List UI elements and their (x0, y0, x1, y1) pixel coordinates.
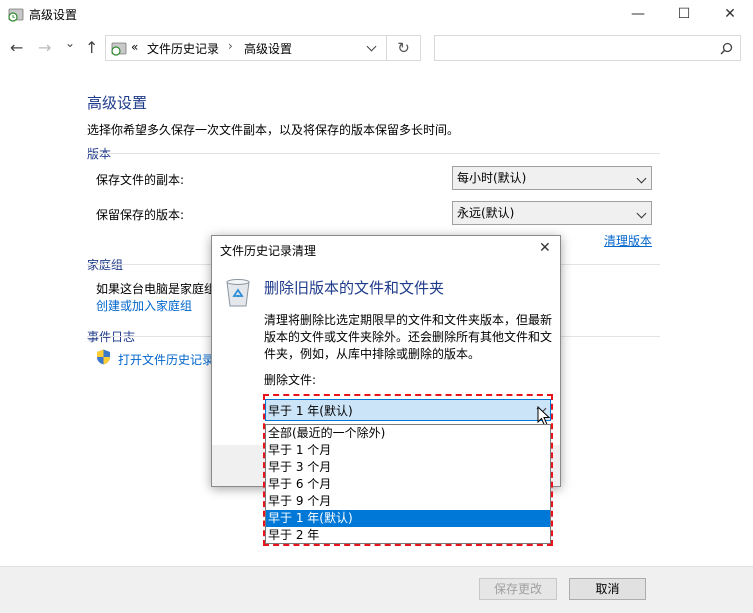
search-icon[interactable] (720, 42, 733, 55)
chevron-down-icon (636, 173, 647, 184)
refresh-icon: ↻ (397, 39, 410, 57)
dialog-heading: 删除旧版本的文件和文件夹 (264, 279, 445, 297)
breadcrumb-item-advanced-settings[interactable]: 高级设置 (244, 40, 292, 57)
delete-files-options-list: 全部(最近的一个除外) 早于 1 个月 早于 3 个月 早于 6 个月 早于 9… (265, 424, 551, 544)
save-copies-select[interactable]: 每小时(默认) (452, 166, 652, 190)
minimize-button[interactable]: — (615, 0, 661, 28)
option-older-than-9-months[interactable]: 早于 9 个月 (266, 493, 550, 510)
dialog-title: 文件历史记录清理 (220, 244, 317, 258)
keep-versions-value: 永远(默认) (457, 206, 515, 220)
breadcrumb-separator-icon[interactable]: › (228, 39, 233, 53)
forward-arrow-icon[interactable]: → (38, 38, 51, 57)
page-description: 选择你希望多久保存一次文件副本，以及将保存的版本保留多长时间。 (87, 123, 460, 137)
close-icon: ✕ (724, 6, 736, 22)
save-copies-value: 每小时(默认) (457, 171, 527, 185)
delete-files-label: 删除文件: (264, 373, 317, 387)
back-arrow-icon[interactable]: ← (10, 38, 23, 57)
option-older-than-1-month[interactable]: 早于 1 个月 (266, 442, 550, 459)
breadcrumb-item-file-history[interactable]: 文件历史记录 (147, 40, 219, 57)
close-button[interactable]: ✕ (707, 0, 753, 28)
save-changes-button[interactable]: 保存更改 (479, 578, 557, 600)
minimize-icon: — (631, 6, 645, 22)
save-copies-label: 保存文件的副本: (96, 173, 185, 187)
window-title: 高级设置 (29, 8, 78, 22)
option-older-than-6-months[interactable]: 早于 6 个月 (266, 476, 550, 493)
page-title: 高级设置 (87, 94, 148, 112)
cancel-button[interactable]: 取消 (569, 578, 646, 600)
search-box[interactable] (434, 35, 741, 61)
file-history-icon (8, 8, 24, 22)
versions-divider (87, 153, 660, 154)
shield-icon (97, 349, 110, 365)
recycle-bin-icon (226, 279, 250, 307)
recent-locations-icon[interactable]: ⌄ (65, 36, 75, 50)
chevron-down-icon (636, 208, 647, 219)
title-bar: 高级设置 — ☐ ✕ (0, 0, 753, 28)
maximize-icon: ☐ (677, 6, 691, 22)
up-arrow-icon[interactable]: ↑ (85, 38, 98, 57)
file-history-icon (111, 42, 127, 56)
delete-files-select[interactable]: 早于 1 年(默认) (265, 399, 551, 421)
keep-versions-select[interactable]: 永远(默认) (452, 201, 652, 225)
dialog-text-line-3: 件夹，例如，从库中排除或删除的版本。 (264, 347, 481, 361)
breadcrumb-overflow[interactable]: « (131, 40, 138, 54)
delete-files-selected-value: 早于 1 年(默认) (268, 404, 353, 418)
keep-versions-label: 保留保存的版本: (96, 208, 185, 222)
refresh-button[interactable]: ↻ (387, 35, 421, 61)
dialog-text-line-1: 清理将删除比选定期限早的文件和文件夹版本，但最新 (264, 313, 553, 327)
dialog-close-icon[interactable]: ✕ (539, 240, 551, 256)
address-bar[interactable]: « 文件历史记录 › 高级设置 (105, 35, 387, 61)
option-older-than-1-year-default[interactable]: 早于 1 年(默认) (266, 510, 550, 527)
cleanup-versions-link[interactable]: 清理版本 (604, 232, 652, 249)
open-file-history-event-log-link[interactable]: 打开文件历史记录 (118, 351, 214, 368)
address-dropdown-icon[interactable] (366, 41, 377, 52)
option-all-except-latest[interactable]: 全部(最近的一个除外) (266, 425, 550, 442)
option-older-than-2-years[interactable]: 早于 2 年 (266, 527, 550, 544)
search-input[interactable] (437, 38, 711, 60)
create-join-homegroup-link[interactable]: 创建或加入家庭组 (96, 297, 192, 314)
option-older-than-3-months[interactable]: 早于 3 个月 (266, 459, 550, 476)
maximize-button[interactable]: ☐ (661, 0, 707, 28)
homegroup-text: 如果这台电脑是家庭组 (96, 282, 217, 296)
dialog-text-line-2: 版本的文件或文件夹除外。还会删除所有其他文件和文 (264, 330, 553, 344)
